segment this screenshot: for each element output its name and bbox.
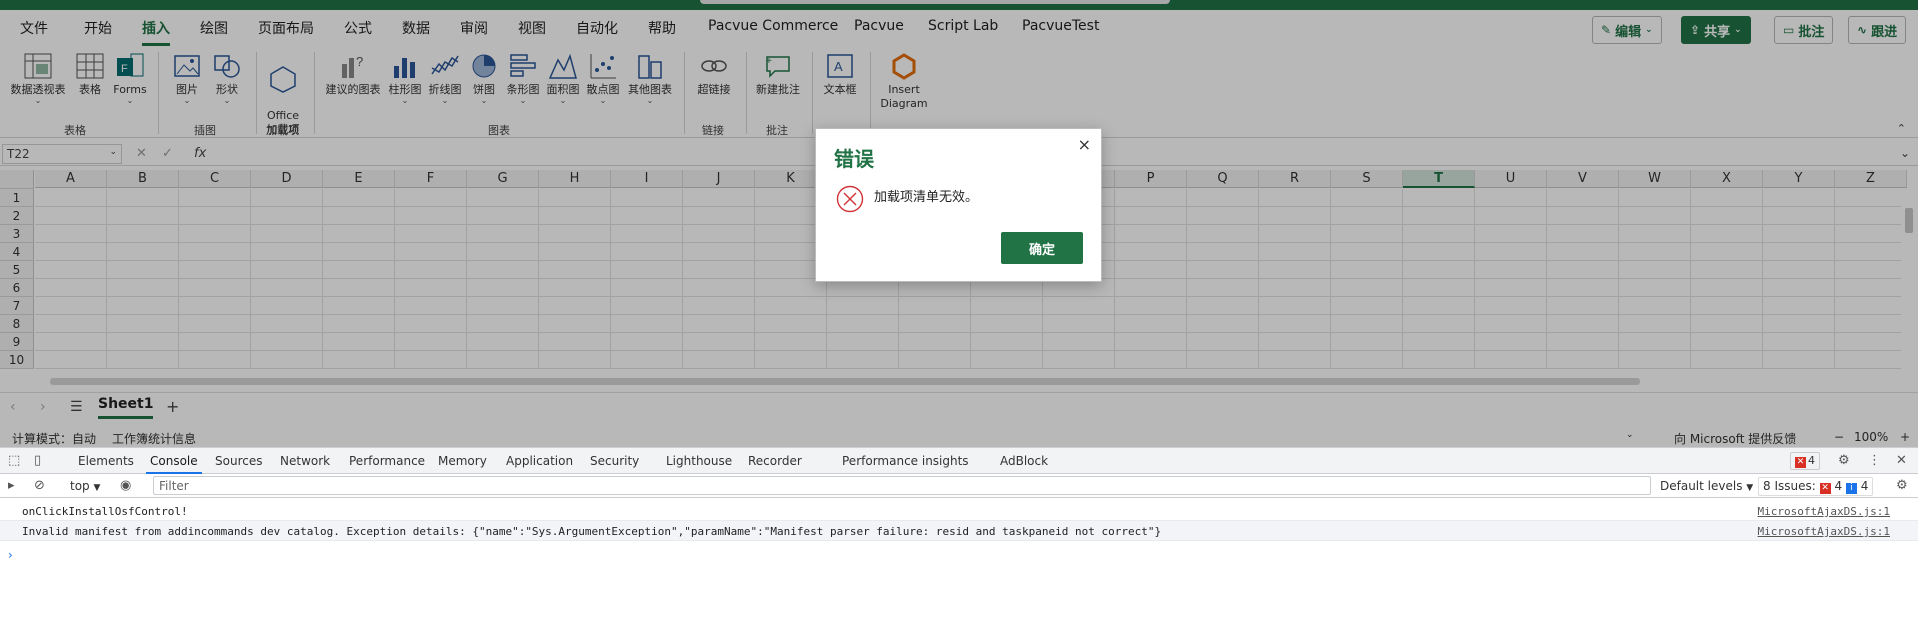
error-icon: ✕ — [1819, 483, 1831, 494]
devtools-tab-security[interactable]: Security — [590, 454, 639, 468]
console-prompt[interactable]: › — [8, 548, 13, 562]
error-icon: ✕ — [1795, 457, 1806, 468]
issues-badge[interactable]: 8 Issues: ✕ 4 i 4 — [1758, 477, 1874, 496]
info-icon: i — [1845, 483, 1857, 494]
console-filter-input[interactable]: Filter — [153, 476, 1651, 495]
close-devtools-icon[interactable]: ✕ — [1896, 453, 1907, 468]
devtools-tab-memory[interactable]: Memory — [438, 454, 487, 468]
filter-placeholder: Filter — [159, 479, 189, 493]
device-toolbar-icon[interactable]: ▯ — [34, 453, 41, 468]
close-icon[interactable]: × — [1078, 135, 1091, 154]
error-dialog: 错误 × 加载项清单无效。 确定 — [815, 128, 1102, 282]
log-source-link[interactable]: MicrosoftAjaxDS.js:1 — [1758, 505, 1890, 518]
dialog-title: 错误 — [834, 147, 874, 171]
devtools-tab-elements[interactable]: Elements — [78, 454, 134, 468]
log-message: Invalid manifest from addincommands dev … — [22, 525, 1162, 538]
context-value: top — [70, 479, 90, 493]
log-levels-dropdown[interactable]: Default levels ▼ — [1660, 479, 1753, 493]
devtools-tab-performance-insights[interactable]: Performance insights — [842, 454, 969, 468]
dialog-message: 加载项清单无效。 — [874, 190, 979, 205]
devtools-tab-bar: ⬚ ▯ Elements Console Sources Network Per… — [0, 448, 1918, 474]
console-log-row: onClickInstallOsfControl! MicrosoftAjaxD… — [0, 501, 1918, 521]
devtools-tab-recorder[interactable]: Recorder — [748, 454, 802, 468]
inspect-element-icon[interactable]: ⬚ — [8, 453, 20, 468]
console-settings-icon[interactable]: ⚙ — [1896, 478, 1908, 493]
error-count: 4 — [1808, 454, 1815, 467]
clear-console-icon[interactable]: ⊘ — [34, 478, 45, 493]
issues-label: 8 Issues: — [1763, 479, 1816, 493]
dropdown-icon: ▼ — [93, 483, 101, 493]
log-message: onClickInstallOsfControl! — [22, 505, 188, 518]
console-log-row: Invalid manifest from addincommands dev … — [0, 521, 1918, 541]
more-options-icon[interactable]: ⋮ — [1868, 453, 1881, 468]
devtools-tab-performance[interactable]: Performance — [349, 454, 425, 468]
context-selector[interactable]: top ▼ — [70, 479, 100, 493]
devtools-tab-console[interactable]: Console — [146, 454, 202, 474]
eye-icon[interactable]: ◉ — [120, 478, 131, 493]
devtools-panel: ⬚ ▯ Elements Console Sources Network Per… — [0, 447, 1918, 629]
devtools-tab-network[interactable]: Network — [280, 454, 330, 468]
console-toolbar: ▸ ⊘ top ▼ ◉ Filter Default levels ▼ 8 Is… — [0, 474, 1918, 498]
devtools-tab-application[interactable]: Application — [506, 454, 573, 468]
log-levels-label: Default levels — [1660, 479, 1743, 493]
devtools-tab-adblock[interactable]: AdBlock — [1000, 454, 1048, 468]
error-count-badge[interactable]: ✕ 4 — [1790, 452, 1820, 470]
sidebar-toggle-icon[interactable]: ▸ — [8, 478, 15, 493]
dropdown-icon: ▼ — [1746, 483, 1754, 493]
issues-error-count: 4 — [1834, 479, 1843, 493]
settings-gear-icon[interactable]: ⚙ — [1838, 453, 1850, 468]
ok-button[interactable]: 确定 — [1001, 232, 1083, 264]
error-icon — [836, 185, 864, 213]
devtools-tab-lighthouse[interactable]: Lighthouse — [666, 454, 732, 468]
devtools-tab-sources[interactable]: Sources — [215, 454, 262, 468]
excel-app: 文件 开始 插入 绘图 页面布局 公式 数据 审阅 视图 自动化 帮助 Pacv… — [0, 0, 1918, 447]
log-source-link[interactable]: MicrosoftAjaxDS.js:1 — [1758, 525, 1890, 538]
issues-info-count: 4 — [1860, 479, 1869, 493]
